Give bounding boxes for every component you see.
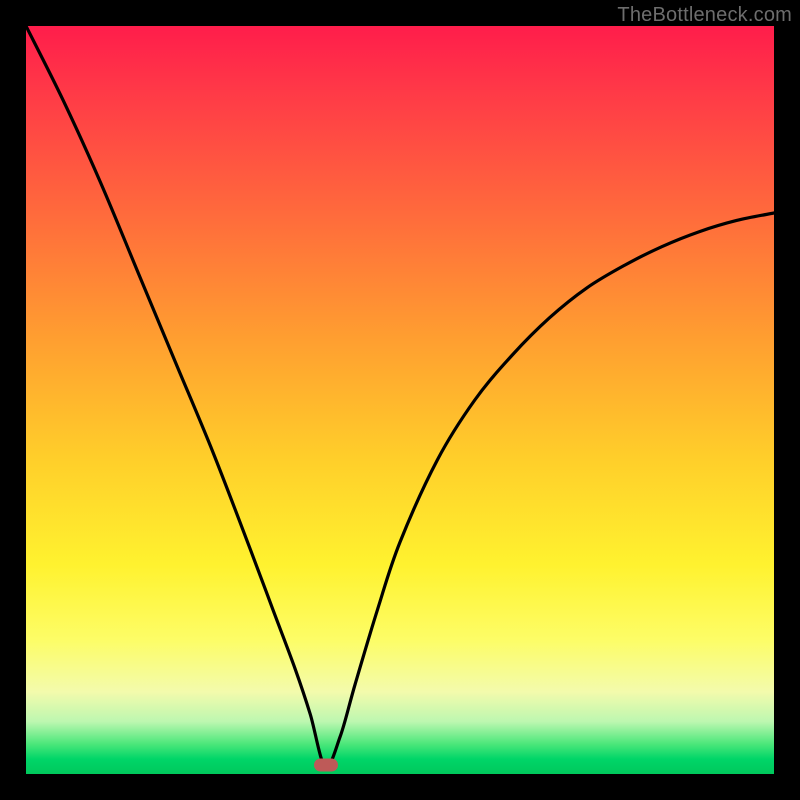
- optimal-marker: [314, 759, 338, 772]
- bottleneck-curve: [26, 26, 774, 774]
- watermark-text: TheBottleneck.com: [617, 4, 792, 27]
- plot-area: [26, 26, 774, 774]
- chart-frame: TheBottleneck.com: [0, 0, 800, 800]
